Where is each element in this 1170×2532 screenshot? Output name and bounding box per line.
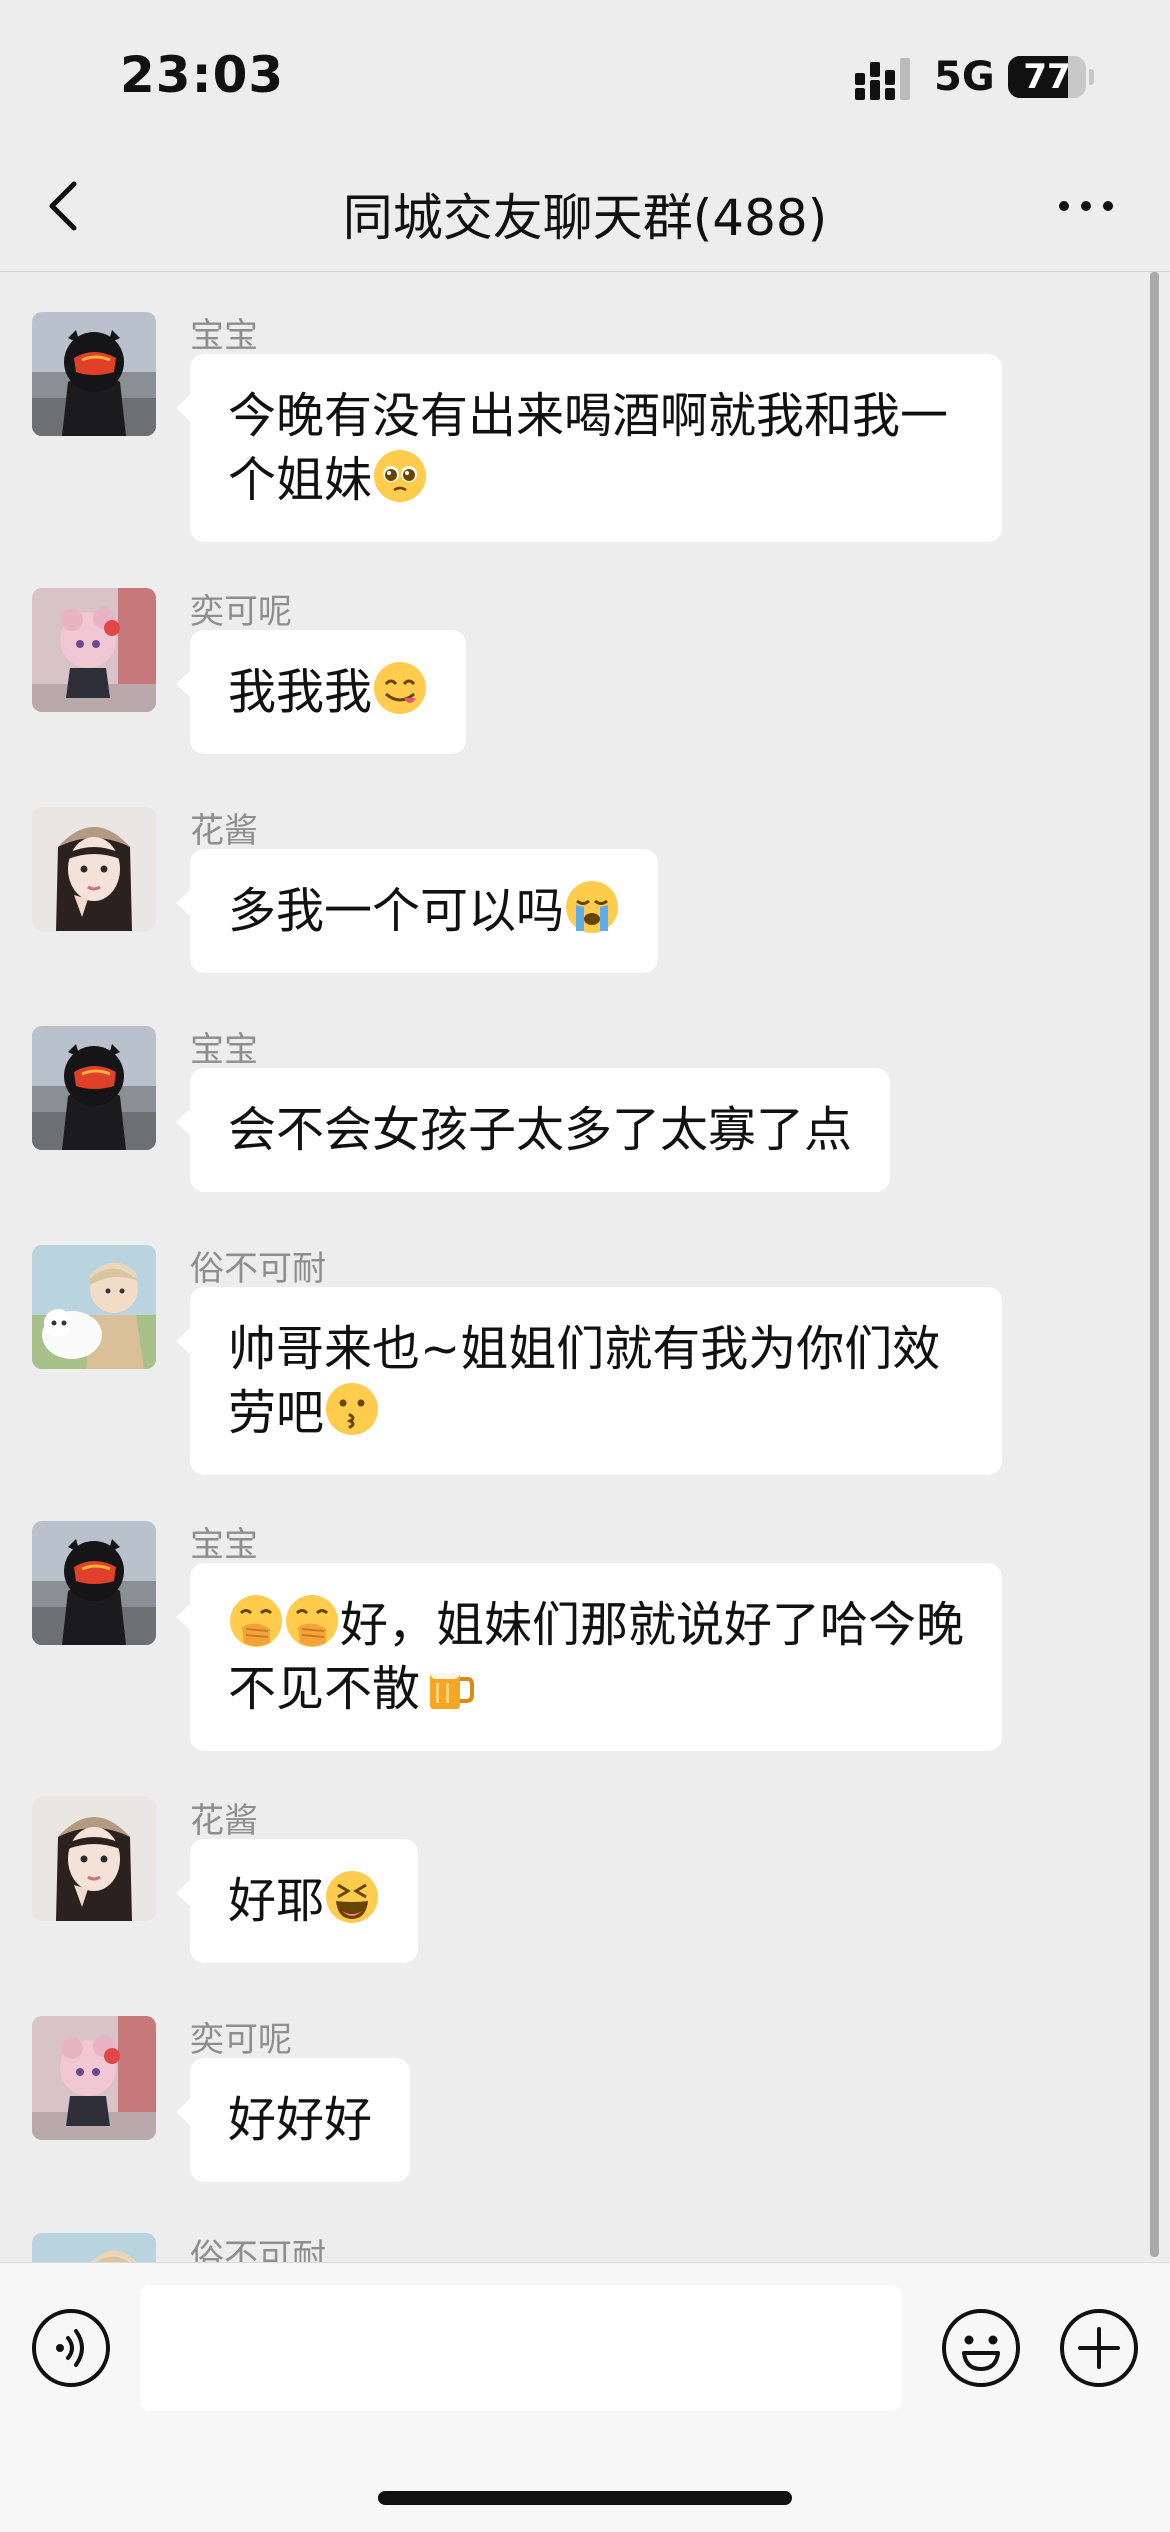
message-text: 好好好 [228,2092,373,2148]
kissing-face-emoji [324,1381,380,1437]
message-bubble[interactable]: 今晚有没有出来喝酒啊就我和我一个姐妹 [176,354,1002,542]
smiley-icon[interactable] [940,2307,1022,2389]
chat-title: 同城交友聊天群(488) [342,189,828,247]
sender-name: 宝宝 [190,1525,258,1565]
sender-name: 俗不可耐 [190,1249,326,1289]
laughing-squint-emoji [324,1869,380,1925]
status-bar: 23:03 5G 77 [0,0,1170,150]
message-text: 今晚有没有出来喝酒啊就我和我一个姐妹 [228,388,949,508]
message-bubble[interactable]: 好好好 [175,2058,411,2182]
scrollbar[interactable] [1150,272,1159,2257]
input-bar [0,2262,1170,2532]
battery-icon: 77 [1008,56,1094,98]
pleading-face-emoji [372,448,428,504]
anime-pink-hair-avatar[interactable] [32,2016,156,2140]
message-bubble[interactable]: 帅哥来也~姐姐们就有我为你们效劳吧 [176,1287,1002,1475]
helmet-rider-avatar[interactable] [32,1026,156,1150]
message-bubble[interactable]: 好，姐妹们那就说好了哈今晚不见不散 [176,1563,1002,1751]
message-bubble[interactable]: 好耶 [175,1839,419,1963]
sender-name: 宝宝 [190,316,258,356]
message-list[interactable]: 宝宝 今晚有没有出来喝酒啊就我和我一个姐妹 奕可呢 我我我 花酱 多我一个可以吗… [0,272,1170,2262]
anime-pink-hair-avatar[interactable] [32,588,156,712]
girl-photo-avatar[interactable] [32,1797,156,1921]
home-indicator[interactable] [378,2491,792,2505]
sender-name: 奕可呢 [190,2020,292,2060]
voice-icon[interactable] [30,2307,112,2389]
beer-mug-emoji [420,1657,476,1713]
sender-name: 宝宝 [190,1030,258,1070]
sender-name: 奕可呢 [190,592,292,632]
message-bubble[interactable]: 多我一个可以吗 [175,849,659,973]
status-time: 23:03 [120,46,285,104]
message-bubble[interactable]: 会不会女孩子太多了太寡了点 [175,1068,891,1192]
more-dots-icon[interactable] [1056,186,1116,226]
helmet-rider-avatar[interactable] [32,312,156,436]
hand-over-mouth-emoji [228,1593,284,1649]
crying-face-emoji [564,879,620,935]
helmet-rider-avatar[interactable] [32,1521,156,1645]
message-text: 多我一个可以吗 [228,883,565,939]
cellular-signal-icon [855,58,910,100]
anime-boy-sheep-avatar[interactable] [32,2233,156,2262]
message-text: 好耶 [228,1873,325,1929]
battery-level: 77 [1023,57,1071,97]
message-input[interactable] [140,2285,902,2411]
anime-boy-sheep-avatar[interactable] [32,1245,156,1369]
sender-name: 俗不可耐 [190,2237,326,2262]
network-type: 5G [934,54,995,100]
plus-circle-icon[interactable] [1058,2307,1140,2389]
yum-face-emoji [372,660,428,716]
message-bubble[interactable]: 我我我 [175,630,467,754]
hand-over-mouth-emoji [284,1593,340,1649]
chat-header: 同城交友聊天群(488) [0,150,1170,272]
message-text: 会不会女孩子太多了太寡了点 [228,1102,853,1158]
girl-photo-avatar[interactable] [32,807,156,931]
message-text: 我我我 [228,664,373,720]
sender-name: 花酱 [190,811,258,851]
sender-name: 花酱 [190,1801,258,1841]
